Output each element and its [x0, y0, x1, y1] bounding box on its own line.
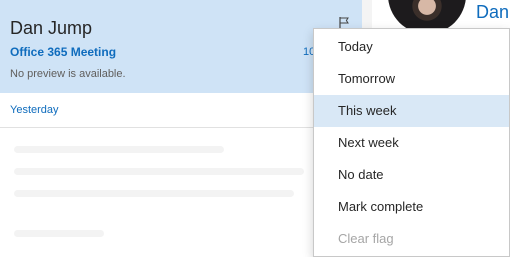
- menu-item-next-week[interactable]: Next week: [314, 127, 509, 159]
- placeholder-line: [14, 190, 294, 197]
- placeholder-line: [14, 230, 104, 237]
- placeholder-line: [14, 146, 224, 153]
- group-header-yesterday: Yesterday: [10, 104, 59, 116]
- outlook-window: Dan Jump Office 365 Meeting No preview i…: [0, 0, 510, 257]
- menu-item-today[interactable]: Today: [314, 31, 509, 63]
- message-list: Dan Jump Office 365 Meeting No preview i…: [0, 0, 362, 257]
- reading-pane-sender-name: Dan: [476, 2, 510, 22]
- message-item-selected[interactable]: Dan Jump Office 365 Meeting No preview i…: [0, 0, 362, 93]
- menu-item-this-week[interactable]: This week: [314, 95, 509, 127]
- message-preview: No preview is available.: [10, 68, 126, 80]
- menu-item-mark-complete[interactable]: Mark complete: [314, 191, 509, 223]
- list-divider: [0, 127, 362, 128]
- message-subject: Office 365 Meeting: [10, 45, 117, 59]
- menu-item-no-date[interactable]: No date: [314, 159, 509, 191]
- placeholder-line: [14, 168, 304, 175]
- message-sender: Dan Jump: [10, 18, 93, 38]
- menu-item-tomorrow[interactable]: Tomorrow: [314, 63, 509, 95]
- flag-menu: Today Tomorrow This week Next week No da…: [313, 28, 510, 257]
- menu-item-clear-flag[interactable]: Clear flag: [314, 223, 509, 255]
